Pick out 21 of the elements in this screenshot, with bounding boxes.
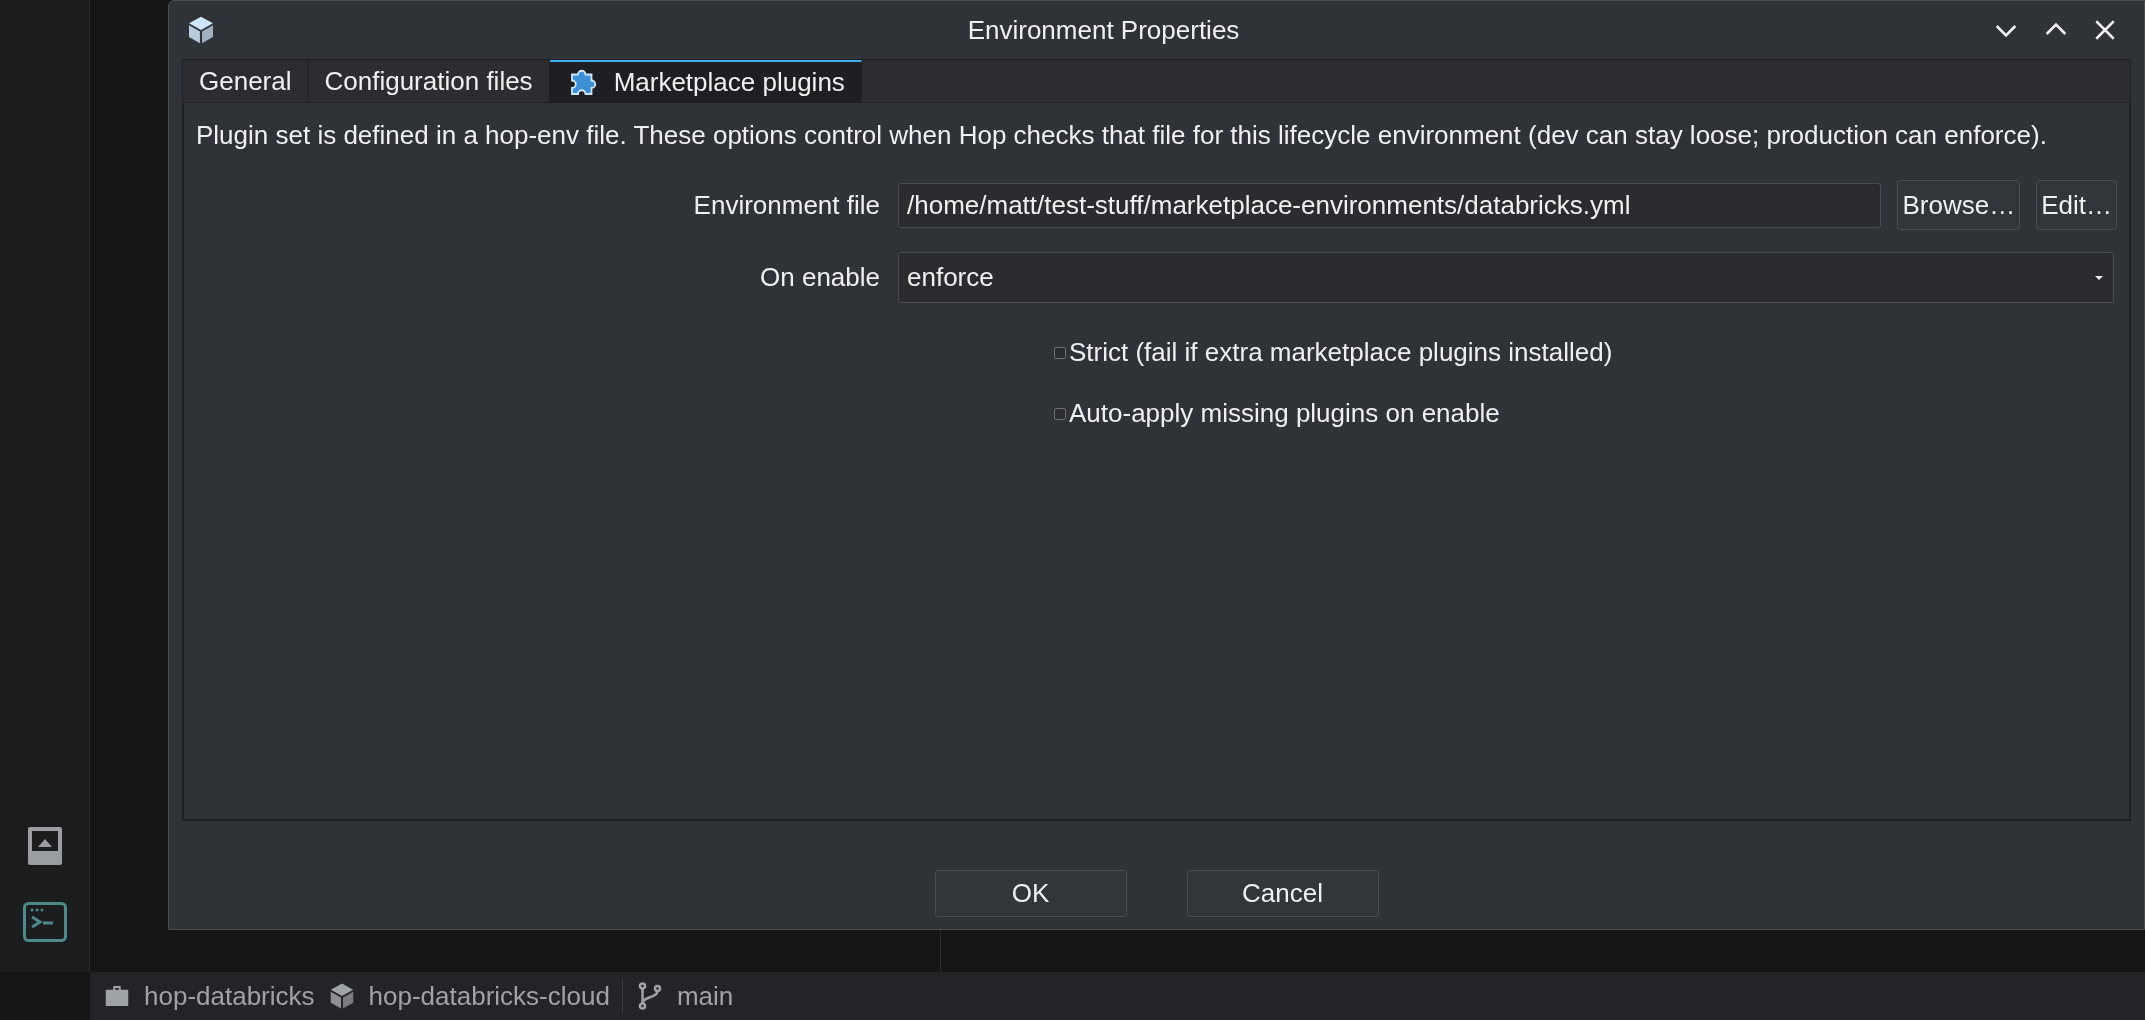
cancel-button[interactable]: Cancel — [1186, 870, 1379, 917]
environment-name[interactable]: hop-databricks-cloud — [368, 976, 610, 1016]
caret-icon — [2093, 273, 2105, 282]
window-title: Environment Properties — [966, 13, 1241, 47]
panel-icon[interactable] — [26, 826, 63, 866]
project-name[interactable]: hop-databricks — [144, 976, 315, 1016]
checkbox-label: Auto-apply missing plugins on enable — [1069, 397, 1500, 430]
ok-button[interactable]: OK — [934, 870, 1127, 917]
on-enable-dropdown[interactable]: enforce — [898, 252, 2114, 303]
tab[interactable]: Marketplace plugins — [549, 60, 862, 102]
description-text: Plugin set is defined in a hop-env file. These options control when Hop checks that file for this lifecycle environment (dev can stay loose; production can enforce). — [196, 119, 2048, 152]
checkbox[interactable] — [1054, 407, 1066, 420]
branch-name[interactable]: main — [676, 976, 734, 1016]
checkbox-label: Strict (fail if extra marketplace plugins installed) — [1069, 336, 1613, 369]
terminal-icon[interactable] — [22, 902, 67, 942]
edit-button[interactable]: Edit… — [2036, 180, 2117, 230]
field-label: On enable — [759, 261, 880, 294]
checkbox[interactable] — [1054, 346, 1066, 359]
field-label: Environment file — [692, 188, 880, 222]
environment-file-field[interactable]: /home/matt/test-stuff/marketplace-environments/databricks.yml — [898, 182, 1882, 228]
browse-button[interactable]: Browse… — [1897, 180, 2021, 230]
